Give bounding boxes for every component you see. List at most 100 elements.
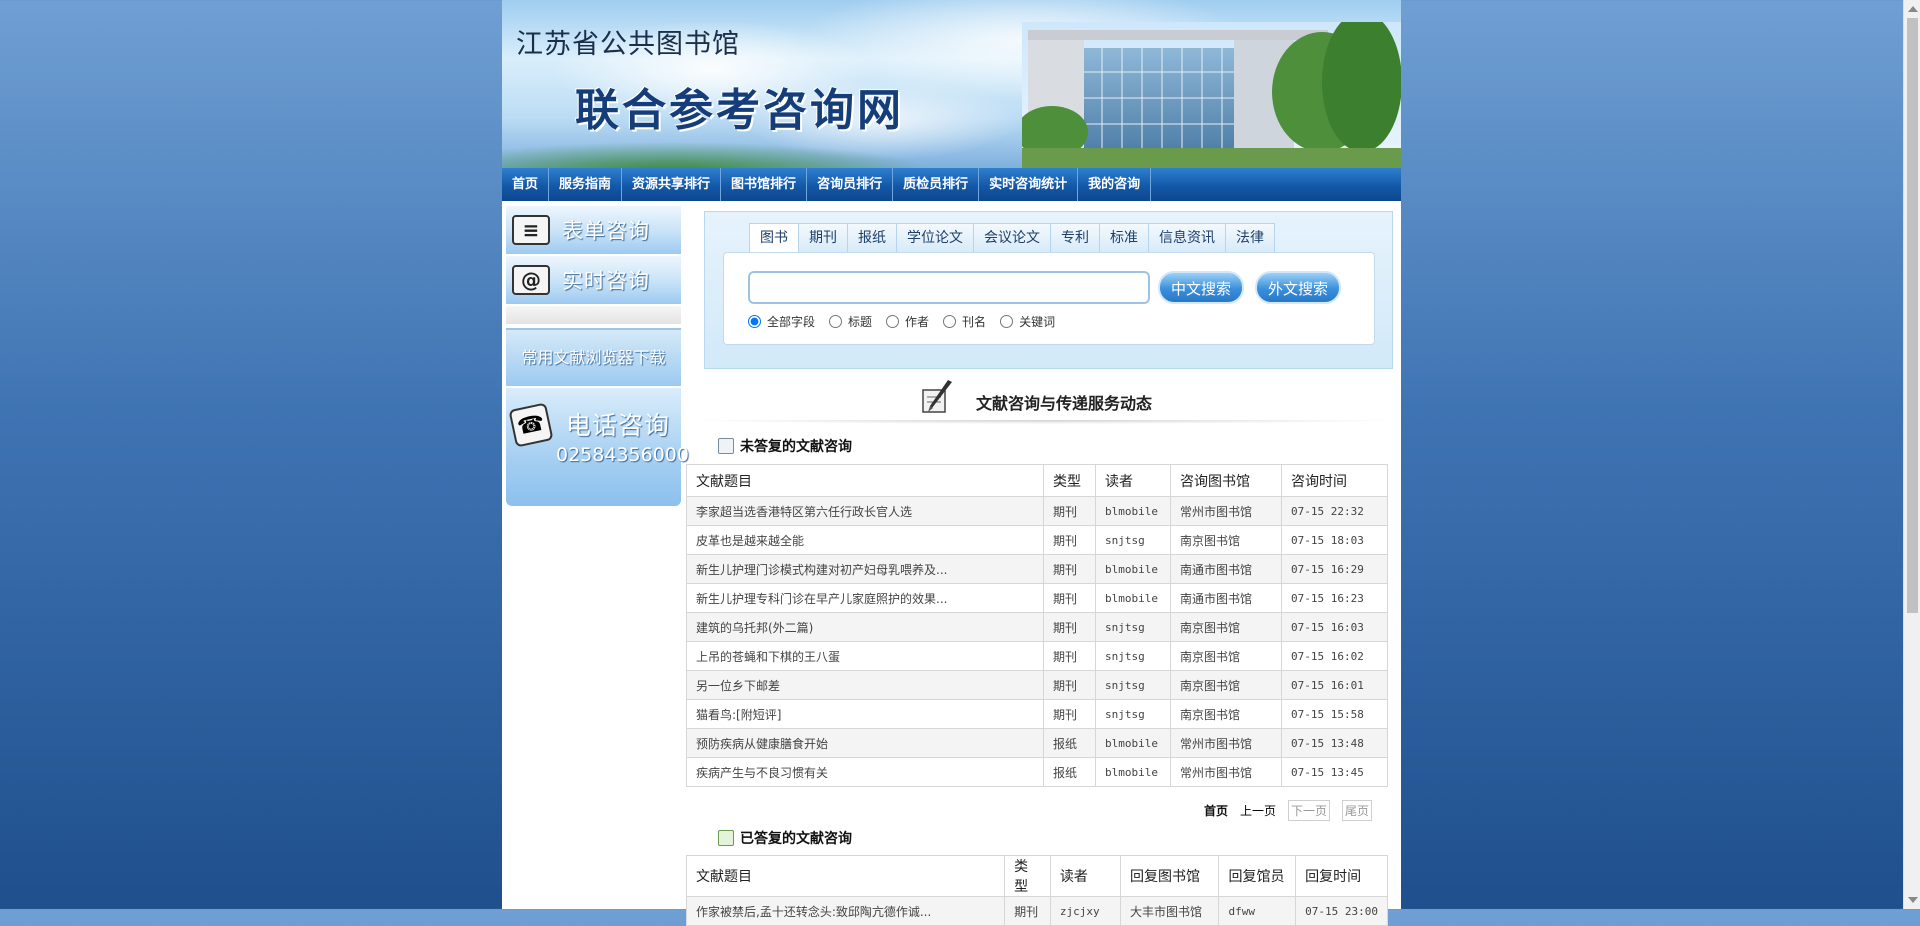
table-row: 另一位乡下邮差 期刊 snjtsg 南京图书馆 07-15 16:01 xyxy=(686,670,1388,700)
browser-download-link[interactable]: 常用文献浏览器下载 xyxy=(506,328,681,386)
col-reply-time: 回复时间 xyxy=(1295,855,1388,897)
form-consult-button[interactable]: ≡ 表单咨询 xyxy=(506,206,681,256)
unanswered-title: 未答复的文献咨询 xyxy=(740,439,852,455)
scroll-up-arrow-icon[interactable] xyxy=(1908,6,1918,12)
header-banner: 江苏省公共图书馆 联合参考咨询网 xyxy=(502,0,1401,168)
doc-title-link[interactable]: 猫看鸟:[附短评] xyxy=(686,699,1044,729)
table-header-row: 文献题目 类型 读者 回复图书馆 回复馆员 回复时间 xyxy=(685,855,1388,897)
nav-my-consult[interactable]: 我的咨询 xyxy=(1078,168,1152,201)
table-row: 新生儿护理专科门诊在早产儿家庭照护的效果... 期刊 blmobile 南通市图书馆 0… xyxy=(686,583,1388,613)
tab-books[interactable]: 图书 xyxy=(749,223,799,254)
pager-prev[interactable]: 上一页 xyxy=(1240,802,1276,819)
field-option-keyword[interactable]: 关键词 xyxy=(1000,313,1055,330)
nav-inspector-ranking[interactable]: 质检员排行 xyxy=(893,168,980,201)
table-row: 皮革也是越来越全能 期刊 snjtsg 南京图书馆 07-15 18:03 xyxy=(686,525,1388,555)
doc-title-link[interactable]: 新生儿护理专科门诊在早产儿家庭照护的效果... xyxy=(686,583,1044,613)
phone-consult-panel: ☎ 电话咨询 02584356000 xyxy=(506,388,689,506)
table-cell: blmobile xyxy=(1095,496,1171,526)
table-header-row: 文献题目 类型 读者 咨询图书馆 咨询时间 xyxy=(686,464,1388,497)
banner-site-name: 联合参考咨询网 xyxy=(575,85,904,136)
check-icon xyxy=(718,830,734,846)
tab-news[interactable]: 信息资讯 xyxy=(1149,223,1226,254)
field-label-all: 全部字段 xyxy=(767,315,816,329)
table-cell: zjcjxy xyxy=(1049,896,1122,926)
page-scrollbar[interactable] xyxy=(1903,0,1920,909)
phone-consult-title: 电话咨询 xyxy=(566,411,671,440)
nav-resource-ranking[interactable]: 资源共享排行 xyxy=(622,168,722,201)
field-option-all[interactable]: 全部字段 xyxy=(748,313,815,330)
table-cell: 期刊 xyxy=(1043,496,1096,526)
field-option-title[interactable]: 标题 xyxy=(829,313,872,330)
table-cell: 期刊 xyxy=(1043,699,1096,729)
table-cell: 南京图书馆 xyxy=(1170,670,1282,700)
doc-title-link[interactable]: 李家超当选香港特区第六任行政长官人选 xyxy=(686,496,1044,526)
table-cell: 南京图书馆 xyxy=(1170,525,1282,555)
list-icon xyxy=(718,438,734,454)
table-cell: dfww xyxy=(1218,896,1297,926)
live-consult-button[interactable]: @ 实时咨询 xyxy=(506,256,681,306)
doc-title-link[interactable]: 疾病产生与不良习惯有关 xyxy=(686,757,1044,787)
nav-library-ranking[interactable]: 图书馆排行 xyxy=(721,168,808,201)
table-row: 猫看鸟:[附短评] 期刊 snjtsg 南京图书馆 07-15 15:58 xyxy=(686,699,1388,729)
pager-first[interactable]: 首页 xyxy=(1204,802,1228,819)
nav-live-stats[interactable]: 实时咨询统计 xyxy=(979,168,1079,201)
field-radio-all[interactable] xyxy=(748,315,761,328)
field-radio-title[interactable] xyxy=(829,315,843,328)
tab-conference-papers[interactable]: 会议论文 xyxy=(974,223,1051,254)
field-label-author: 作者 xyxy=(905,315,930,329)
field-radio-author[interactable] xyxy=(886,315,900,328)
pager: 首页 上一页 下一页 尾页 xyxy=(1204,800,1384,821)
tab-theses[interactable]: 学位论文 xyxy=(897,223,974,254)
table-row: 建筑的乌托邦(外二篇) 期刊 snjtsg 南京图书馆 07-15 16:03 xyxy=(686,612,1388,642)
phone-icon: ☎ xyxy=(508,402,554,448)
nav-service-guide[interactable]: 服务指南 xyxy=(549,168,623,201)
chinese-search-button[interactable]: 中文搜索 xyxy=(1158,271,1244,304)
pager-next[interactable]: 下一页 xyxy=(1288,800,1331,821)
doc-title-link[interactable]: 新生儿护理门诊模式构建对初产妇母乳喂养及... xyxy=(686,554,1044,584)
table-cell: 常州市图书馆 xyxy=(1170,757,1282,787)
table-row: 上吊的苍蝇和下棋的王八蛋 期刊 snjtsg 南京图书馆 07-15 16:02 xyxy=(686,641,1388,671)
nav-home[interactable]: 首页 xyxy=(502,168,550,201)
field-option-author[interactable]: 作者 xyxy=(886,313,929,330)
doc-title-link[interactable]: 预防疾病从健康膳食开始 xyxy=(686,728,1044,758)
document-icon: ≡ xyxy=(512,215,550,245)
table-cell: 期刊 xyxy=(1043,554,1096,584)
table-row: 作家被禁后,孟十还转念头:致邱陶亢德作诚... 期刊 zjcjxy 大丰市图书馆 dfw… xyxy=(685,896,1388,926)
field-radio-keyword[interactable] xyxy=(1000,315,1014,328)
main-nav: 首页 服务指南 资源共享排行 图书馆排行 咨询员排行 质检员排行 实时咨询统计 … xyxy=(502,168,1401,201)
unanswered-table-body: 李家超当选香港特区第六任行政长官人选 期刊 blmobile 常州市图书馆 07-15 … xyxy=(686,496,1388,787)
search-box: 中文搜索 外文搜索 全部字段 标题 作者 刊名 关键词 xyxy=(723,252,1375,345)
doc-title-link[interactable]: 建筑的乌托邦(外二篇) xyxy=(686,612,1044,642)
table-cell: 大丰市图书馆 xyxy=(1120,896,1220,926)
foreign-search-button[interactable]: 外文搜索 xyxy=(1255,271,1341,304)
table-cell: 07-15 16:29 xyxy=(1281,554,1388,584)
tab-newspapers[interactable]: 报纸 xyxy=(848,223,897,254)
field-option-journal[interactable]: 刊名 xyxy=(943,313,986,330)
table-cell: 南通市图书馆 xyxy=(1170,554,1282,584)
scroll-down-arrow-icon[interactable] xyxy=(1908,897,1918,903)
table-cell: 期刊 xyxy=(1043,583,1096,613)
tab-journals[interactable]: 期刊 xyxy=(799,223,848,254)
field-radio-journal[interactable] xyxy=(943,315,957,328)
nav-consultant-ranking[interactable]: 咨询员排行 xyxy=(807,168,894,201)
doc-title-link[interactable]: 作家被禁后,孟十还转念头:致邱陶亢德作诚... xyxy=(685,896,1006,926)
doc-title-link[interactable]: 另一位乡下邮差 xyxy=(686,670,1044,700)
table-cell: 07-15 15:58 xyxy=(1281,699,1388,729)
tab-standards[interactable]: 标准 xyxy=(1100,223,1149,254)
table-cell: 07-15 16:23 xyxy=(1281,583,1388,613)
table-cell: snjtsg xyxy=(1095,699,1171,729)
library-building-image xyxy=(1022,22,1401,168)
header-shadow xyxy=(702,420,1392,426)
tab-law[interactable]: 法律 xyxy=(1226,223,1275,254)
tab-patents[interactable]: 专利 xyxy=(1051,223,1100,254)
col-reply-library: 回复图书馆 xyxy=(1120,855,1220,897)
table-cell: 报纸 xyxy=(1043,757,1096,787)
table-cell: 07-15 23:00 xyxy=(1295,896,1388,926)
doc-title-link[interactable]: 皮革也是越来越全能 xyxy=(686,525,1044,555)
col-title: 文献题目 xyxy=(686,464,1044,497)
table-cell: 报纸 xyxy=(1043,728,1096,758)
doc-title-link[interactable]: 上吊的苍蝇和下棋的王八蛋 xyxy=(686,641,1044,671)
pager-last[interactable]: 尾页 xyxy=(1342,800,1373,821)
scrollbar-thumb[interactable] xyxy=(1907,18,1918,613)
search-input[interactable] xyxy=(748,271,1150,304)
